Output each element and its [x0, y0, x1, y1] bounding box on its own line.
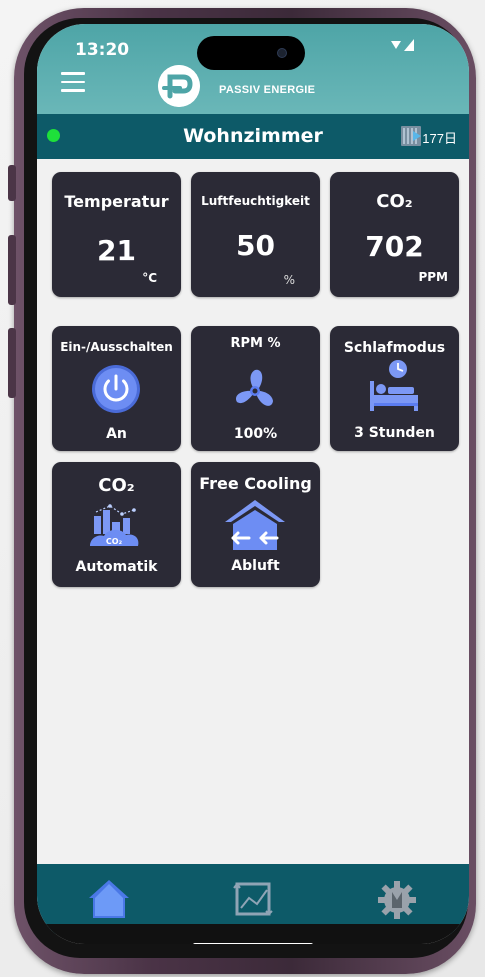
humidity-unit: %: [283, 273, 295, 287]
signal-icon: [391, 39, 414, 51]
home-bar-area: [37, 924, 469, 944]
tile-title: Ein-/Ausschalten: [60, 340, 173, 354]
chart-icon[interactable]: [233, 880, 273, 918]
tile-title: Temperatur: [64, 192, 169, 211]
sleep-duration: 3 Stunden: [354, 425, 435, 441]
settings-icon[interactable]: [377, 880, 417, 920]
app-screen: 13:20 PASSIV ENERGIE Wohnzimmer 177日 Tem…: [37, 24, 469, 944]
humidity-value: 50: [236, 229, 275, 262]
filter-icon[interactable]: [399, 123, 423, 149]
co2-city-icon: CO₂: [90, 504, 139, 546]
home-indicator[interactable]: [193, 943, 313, 944]
side-button: [8, 235, 16, 305]
tile-title: Schlafmodus: [343, 340, 446, 356]
power-icon[interactable]: [91, 364, 141, 414]
temperature-unit: °C: [142, 271, 157, 285]
tile-title: Free Cooling: [199, 474, 312, 493]
co2-unit: PPM: [418, 270, 448, 284]
status-time: 13:20: [75, 40, 130, 60]
brand-name: PASSIV ENERGIE: [219, 84, 316, 96]
rpm-value: 100%: [233, 426, 278, 442]
camera-icon: [277, 48, 287, 58]
house-arrows-icon: [225, 500, 285, 550]
menu-icon[interactable]: [61, 72, 85, 92]
camera-notch: [197, 36, 305, 70]
co2-mode-tile[interactable]: CO₂ CO₂ Automatik: [52, 462, 181, 587]
temperature-tile[interactable]: Temperatur 21 °C: [52, 172, 181, 297]
co2-mode-state: Automatik: [75, 559, 158, 575]
side-button: [8, 328, 16, 398]
rpm-tile[interactable]: RPM % 100%: [191, 326, 320, 451]
tile-title: CO₂: [376, 191, 413, 212]
side-button: [8, 165, 16, 201]
power-state: An: [106, 426, 127, 442]
tile-title: CO₂: [98, 475, 135, 496]
fan-icon: [236, 369, 273, 406]
room-bar: Wohnzimmer 177日: [37, 114, 469, 159]
bed-icon: [370, 360, 418, 411]
power-tile[interactable]: Ein-/Ausschalten An: [52, 326, 181, 451]
co2-value: 702: [365, 230, 424, 263]
tile-title: Luftfeuchtigkeit: [201, 194, 310, 208]
co2-badge: CO₂: [106, 537, 123, 546]
app-header: 13:20 PASSIV ENERGIE: [37, 24, 469, 114]
filter-days: 177日: [422, 131, 457, 146]
free-cooling-tile[interactable]: Free Cooling Abluft: [191, 462, 320, 587]
free-cooling-state: Abluft: [231, 558, 280, 574]
sleep-mode-tile[interactable]: Schlafmodus 3 Stunden: [330, 326, 459, 451]
humidity-tile[interactable]: Luftfeuchtigkeit 50 %: [191, 172, 320, 297]
co2-level-tile[interactable]: CO₂ 702 PPM: [330, 172, 459, 297]
temperature-value: 21: [97, 234, 136, 267]
home-icon[interactable]: [87, 878, 131, 920]
tile-title: RPM %: [230, 336, 281, 351]
passiv-energie-logo-icon: [158, 65, 200, 107]
